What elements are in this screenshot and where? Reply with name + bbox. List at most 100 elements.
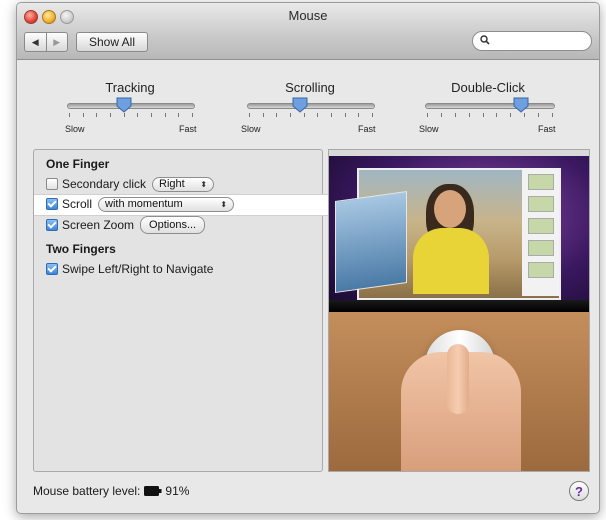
popup-arrows-icon: ⬍ xyxy=(220,199,228,209)
slider-tick xyxy=(192,113,193,117)
show-all-button[interactable]: Show All xyxy=(76,32,148,52)
screen-zoom-options-button[interactable]: Options... xyxy=(140,216,206,234)
preferences-window: Mouse ◀ ▶ Show All Tracking Slow Fast Sc… xyxy=(16,2,600,514)
scrolling-title: Scrolling xyxy=(285,80,335,95)
two-fingers-heading: Two Fingers xyxy=(46,242,116,256)
scroll-popup-value: with momentum xyxy=(105,198,183,210)
secondary-click-checkbox[interactable] xyxy=(46,178,58,190)
secondary-click-popup-value: Right xyxy=(159,178,185,190)
slider-tick xyxy=(331,113,332,117)
preview-thumbnail xyxy=(528,196,554,212)
help-button[interactable]: ? xyxy=(569,481,589,501)
battery-status: Mouse battery level: 91% xyxy=(33,483,189,499)
gesture-preview-video xyxy=(328,149,590,472)
scroll-row: Scroll with momentum ⬍ xyxy=(46,195,235,213)
screen-zoom-row: Screen Zoom Options... xyxy=(46,216,206,234)
preview-finger xyxy=(447,344,469,414)
popup-arrows-icon: ⬍ xyxy=(200,179,208,189)
battery-icon xyxy=(144,486,162,496)
scrolling-slider-track[interactable] xyxy=(247,103,375,109)
chevron-left-icon: ◀ xyxy=(31,36,39,47)
tracking-min-label: Slow xyxy=(65,124,85,134)
slider-tick xyxy=(276,113,278,117)
preview-thumbnail xyxy=(528,174,554,190)
search-field[interactable] xyxy=(472,31,592,51)
slider-tick xyxy=(524,113,526,117)
tracking-max-label: Fast xyxy=(179,124,197,134)
slider-tick xyxy=(164,113,166,117)
slider-tick xyxy=(440,113,442,117)
slider-tick xyxy=(123,113,125,117)
preview-screen xyxy=(329,150,589,312)
double-click-max-label: Fast xyxy=(538,124,556,134)
slider-tick xyxy=(96,113,98,117)
one-finger-heading: One Finger xyxy=(46,157,110,171)
swipe-checkbox[interactable] xyxy=(46,263,58,275)
preview-flipping-photo xyxy=(335,190,407,294)
tracking-ticks xyxy=(69,113,193,119)
secondary-click-row: Secondary click Right ⬍ xyxy=(46,175,215,193)
preview-desk xyxy=(329,312,589,471)
screen-zoom-checkbox[interactable] xyxy=(46,219,58,231)
tracking-title: Tracking xyxy=(105,80,155,95)
back-button[interactable]: ◀ xyxy=(25,33,46,51)
screen-zoom-label: Screen Zoom xyxy=(62,218,135,232)
slider-tick xyxy=(151,113,152,117)
chevron-right-icon: ▶ xyxy=(53,36,61,47)
double-click-ticks xyxy=(427,113,553,119)
scrolling-ticks xyxy=(249,113,373,119)
swipe-label: Swipe Left/Right to Navigate xyxy=(62,262,214,276)
slider-tick xyxy=(468,113,470,117)
back-forward-group: ◀ ▶ xyxy=(24,32,68,52)
preview-thumbnail xyxy=(528,240,554,256)
slider-tick xyxy=(69,113,70,117)
double-click-title: Double-Click xyxy=(451,80,525,95)
slider-tick xyxy=(482,113,484,117)
swipe-row: Swipe Left/Right to Navigate xyxy=(46,260,213,278)
slider-tick xyxy=(372,113,373,117)
slider-tick xyxy=(82,113,84,117)
double-click-slider-knob[interactable] xyxy=(513,97,529,113)
battery-label: Mouse battery level: xyxy=(33,484,141,498)
gesture-options-panel: One Finger Secondary click Right ⬍ Scrol… xyxy=(33,149,342,472)
preview-thumbnail xyxy=(528,218,554,234)
slider-tick xyxy=(110,113,111,117)
tracking-slider-knob[interactable] xyxy=(116,97,132,113)
slider-tick xyxy=(303,113,305,117)
slider-tick xyxy=(137,113,139,117)
slider-tick xyxy=(178,113,180,117)
slider-tick xyxy=(427,113,428,117)
slider-tick xyxy=(290,113,291,117)
slider-tick xyxy=(552,113,553,117)
forward-button[interactable]: ▶ xyxy=(45,33,68,51)
scroll-checkbox[interactable] xyxy=(46,198,58,210)
preview-dock xyxy=(329,300,589,312)
preview-thumbnail xyxy=(528,262,554,278)
slider-tick xyxy=(454,113,456,117)
search-icon xyxy=(480,35,490,45)
secondary-click-label: Secondary click xyxy=(62,177,147,191)
preview-person-shirt xyxy=(413,228,489,294)
slider-tick xyxy=(496,113,498,117)
slider-tick xyxy=(538,113,540,117)
battery-percent: 91% xyxy=(165,484,190,498)
slider-tick xyxy=(344,113,346,117)
preview-person-face xyxy=(434,190,466,228)
scrolling-min-label: Slow xyxy=(241,124,261,134)
double-click-min-label: Slow xyxy=(419,124,439,134)
secondary-click-popup[interactable]: Right ⬍ xyxy=(152,176,215,192)
slider-tick xyxy=(510,113,512,117)
scroll-label: Scroll xyxy=(62,197,93,211)
slider-tick xyxy=(262,113,264,117)
window-title: Mouse xyxy=(288,8,328,23)
double-click-slider-track[interactable] xyxy=(425,103,555,109)
slider-tick xyxy=(249,113,250,117)
preview-menubar xyxy=(329,150,589,156)
scrolling-max-label: Fast xyxy=(358,124,376,134)
preview-thumbnail-strip xyxy=(522,168,559,296)
scrolling-slider-knob[interactable] xyxy=(292,97,308,113)
slider-tick xyxy=(317,113,319,117)
slider-tick xyxy=(358,113,360,117)
title-bar: Mouse ◀ ▶ Show All xyxy=(17,3,599,60)
scroll-popup[interactable]: with momentum ⬍ xyxy=(98,196,235,212)
